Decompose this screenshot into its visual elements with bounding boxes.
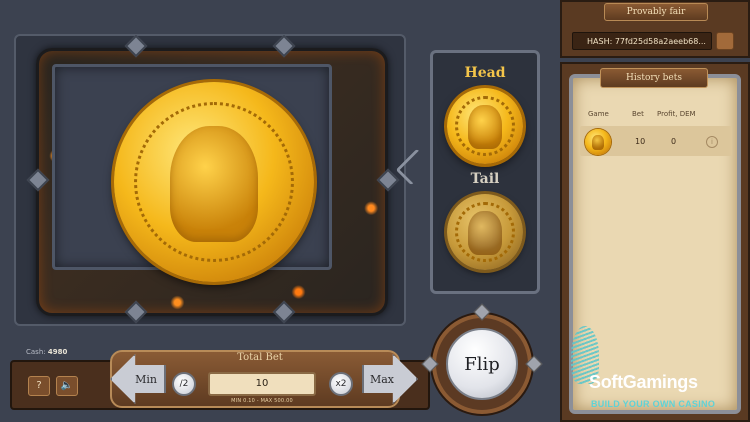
sound-button[interactable]: 🔈 <box>56 376 78 396</box>
head-coin-option[interactable] <box>447 88 523 164</box>
cash-label: Cash: <box>26 348 46 356</box>
softgamings-logo: SoftGamings BUILD YOUR OWN CASINO <box>565 326 745 418</box>
orc-bust-icon <box>592 134 604 150</box>
bet-limits: MIN 0.10 - MAX 500.00 <box>231 398 293 404</box>
help-button[interactable]: ? <box>28 376 50 396</box>
tail-coin-option[interactable] <box>447 194 523 270</box>
history-col-game: Game <box>588 110 609 118</box>
speaker-icon: 🔈 <box>60 380 74 391</box>
orc-bust-icon <box>468 104 502 149</box>
history-col-bet: Bet <box>632 110 644 118</box>
flip-button[interactable]: Flip <box>446 328 518 400</box>
double-bet-button[interactable]: x2 <box>329 372 353 396</box>
orc-bust-icon <box>170 126 258 242</box>
coin-head-icon <box>585 129 611 155</box>
watermark-name: SoftGamings <box>589 372 698 392</box>
history-bet-value: 10 <box>635 137 646 146</box>
provably-fair-button[interactable]: Provably fair <box>604 3 708 21</box>
copy-hash-button[interactable] <box>716 32 734 50</box>
watermark-tagline: BUILD YOUR OWN CASINO <box>591 399 716 409</box>
head-label: Head <box>464 65 506 81</box>
bet-amount-input[interactable]: 10 <box>208 372 316 396</box>
history-col-profit: Profit, DEM <box>657 110 696 118</box>
history-profit-value: 0 <box>671 137 677 146</box>
total-bet-label: Total Bet <box>237 352 283 363</box>
hash-field: HASH: 77fd25d58a2aeeb68... <box>572 32 712 50</box>
cash-display: Cash: 4980 <box>26 348 67 356</box>
tail-label: Tail <box>470 171 500 187</box>
history-title: History bets <box>600 68 708 88</box>
cash-value: 4980 <box>47 348 68 356</box>
orc-bust-icon <box>468 210 502 255</box>
info-icon[interactable]: i <box>706 136 718 148</box>
main-coin-head-icon <box>114 82 314 282</box>
half-bet-button[interactable]: /2 <box>172 372 196 396</box>
